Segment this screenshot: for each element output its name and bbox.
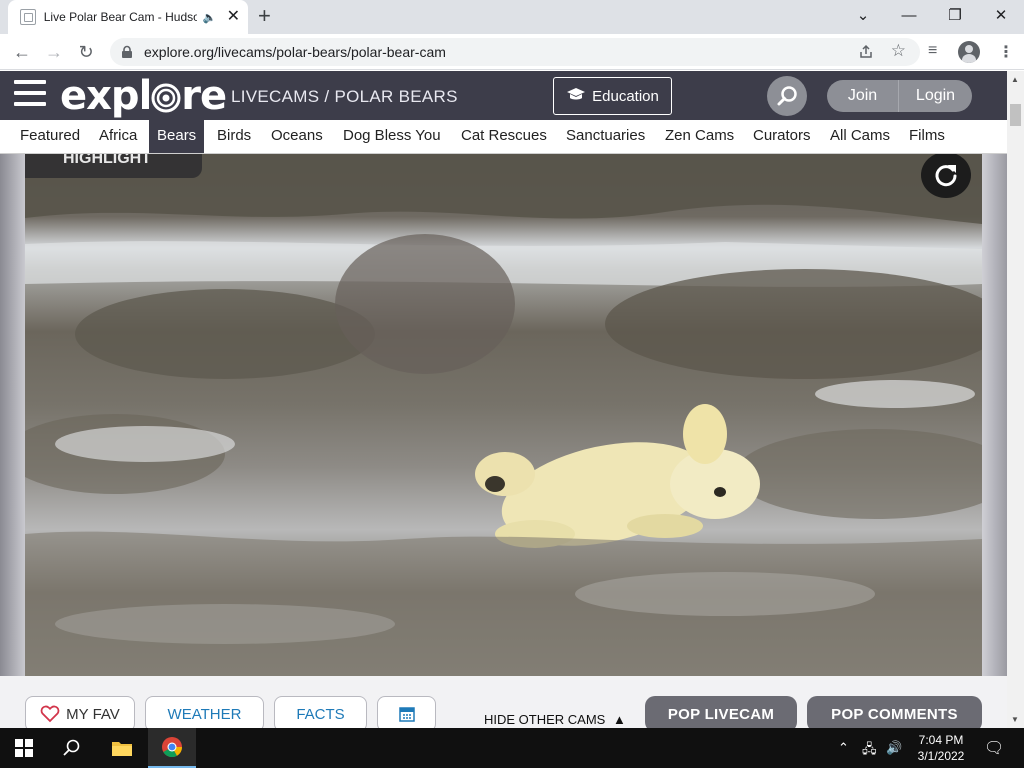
chrome-taskbar-button[interactable] xyxy=(148,728,196,768)
forward-button[interactable]: → xyxy=(42,40,66,64)
notification-center-icon[interactable]: 🗨 xyxy=(984,738,1004,758)
page-scrollbar[interactable]: ▲ ▼ xyxy=(1007,71,1024,728)
category-nav: Featured Africa Bears Birds Oceans Dog B… xyxy=(0,120,1007,154)
explore-logo[interactable]: expl re xyxy=(60,73,227,119)
breadcrumb[interactable]: LIVECAMS / POLAR BEARS xyxy=(231,87,458,107)
folder-icon xyxy=(112,742,132,756)
player-controls: MY FAV WEATHER FACTS HIDE OTHER CAMS ▲ P… xyxy=(0,676,1007,728)
graduation-cap-icon xyxy=(566,87,586,105)
nav-item-africa[interactable]: Africa xyxy=(91,120,145,153)
back-button[interactable]: ← xyxy=(10,40,34,64)
volume-icon[interactable]: 🔊 xyxy=(886,740,902,756)
browser-menu-icon[interactable]: ⋮ xyxy=(998,42,1014,62)
address-bar[interactable]: explore.org/livecams/polar-bears/polar-b… xyxy=(110,38,920,66)
triangle-up-icon: ▲ xyxy=(612,712,626,727)
nav-item-curators[interactable]: Curators xyxy=(745,120,819,153)
audio-playing-icon[interactable]: 🔈 xyxy=(203,11,217,24)
my-fav-label: MY FAV xyxy=(66,705,120,723)
browser-tab[interactable]: Live Polar Bear Cam - Hudso 🔈 ✕ xyxy=(8,0,248,34)
tab-close-icon[interactable]: ✕ xyxy=(227,9,240,25)
refresh-stream-button[interactable] xyxy=(921,154,971,198)
reading-list-icon[interactable]: ≡ xyxy=(928,42,937,60)
new-tab-button[interactable]: + xyxy=(258,5,271,27)
windows-logo-icon xyxy=(15,739,33,757)
auth-buttons: Join Login xyxy=(827,80,972,112)
minimize-button[interactable]: — xyxy=(886,0,932,30)
nav-item-all-cams[interactable]: All Cams xyxy=(822,120,898,153)
nav-item-sanctuaries[interactable]: Sanctuaries xyxy=(558,120,653,153)
nav-item-zen-cams[interactable]: Zen Cams xyxy=(657,120,742,153)
polar-bear-scene xyxy=(25,154,982,676)
network-icon[interactable]: 🖧 xyxy=(862,740,877,762)
scroll-down-arrow-icon[interactable]: ▼ xyxy=(1011,715,1019,724)
left-background xyxy=(0,154,25,728)
weather-button[interactable]: WEATHER xyxy=(145,696,264,728)
search-button[interactable] xyxy=(767,76,807,116)
taskbar-search-button[interactable] xyxy=(48,728,96,768)
nav-item-bears[interactable]: Bears xyxy=(149,120,205,153)
education-label: Education xyxy=(592,87,659,105)
nav-item-oceans[interactable]: Oceans xyxy=(263,120,331,153)
scrollbar-thumb[interactable] xyxy=(1010,104,1021,126)
nav-item-birds[interactable]: Birds xyxy=(209,120,259,153)
url-text: explore.org/livecams/polar-bears/polar-b… xyxy=(144,44,446,60)
refresh-icon xyxy=(935,165,957,187)
browser-tab-strip: Live Polar Bear Cam - Hudso 🔈 ✕ + ⌄ — ❐ … xyxy=(0,0,1024,34)
right-background xyxy=(982,154,1007,728)
maximize-button[interactable]: ❐ xyxy=(932,0,978,30)
start-button[interactable] xyxy=(0,728,48,768)
facts-button[interactable]: FACTS xyxy=(274,696,367,728)
system-clock[interactable]: 7:04 PM 3/1/2022 xyxy=(910,732,972,764)
tab-search-icon[interactable]: ⌄ xyxy=(840,0,886,30)
highlight-badge[interactable]: HIGHLIGHT xyxy=(25,154,202,178)
main-content: HIGHLIGHT MY FAV WEATHER FACTS HIDE OTHE… xyxy=(0,154,1007,728)
education-button[interactable]: Education xyxy=(553,77,672,115)
calendar-icon xyxy=(398,707,415,722)
nav-item-cat-rescues[interactable]: Cat Rescues xyxy=(453,120,555,153)
scroll-up-arrow-icon[interactable]: ▲ xyxy=(1011,75,1019,84)
search-icon xyxy=(63,739,80,756)
hamburger-menu-icon[interactable] xyxy=(14,80,46,110)
tab-title: Live Polar Bear Cam - Hudso xyxy=(43,10,197,24)
heart-icon xyxy=(40,705,60,723)
nav-item-films[interactable]: Films xyxy=(901,120,953,153)
my-fav-button[interactable]: MY FAV xyxy=(25,696,135,728)
hide-other-cams-toggle[interactable]: HIDE OTHER CAMS ▲ xyxy=(484,712,626,727)
login-button[interactable]: Login xyxy=(899,80,972,112)
close-window-button[interactable]: ✕ xyxy=(978,0,1024,30)
clock-time: 7:04 PM xyxy=(918,733,964,747)
reload-button[interactable]: ↻ xyxy=(74,40,98,64)
windows-taskbar: ⌃ 🖧 🔊 7:04 PM 3/1/2022 🗨 xyxy=(0,728,1024,768)
chrome-icon xyxy=(162,737,183,758)
profile-avatar-icon[interactable] xyxy=(958,41,980,63)
logo-spiral-icon xyxy=(151,83,181,113)
pop-comments-button[interactable]: POP COMMENTS xyxy=(807,696,982,728)
join-button[interactable]: Join xyxy=(827,80,899,112)
bookmark-star-icon[interactable]: ☆ xyxy=(891,41,906,61)
page-favicon-icon xyxy=(20,9,36,25)
share-icon[interactable] xyxy=(858,44,874,60)
schedule-button[interactable] xyxy=(377,696,436,728)
site-header: expl re LIVECAMS / POLAR BEARS Education… xyxy=(0,71,1007,120)
nav-item-dog-bless-you[interactable]: Dog Bless You xyxy=(335,120,449,153)
show-hidden-icons[interactable]: ⌃ xyxy=(838,740,849,756)
pop-livecam-button[interactable]: POP LIVECAM xyxy=(645,696,797,728)
clock-date: 3/1/2022 xyxy=(917,749,965,763)
nav-item-featured[interactable]: Featured xyxy=(12,120,88,153)
file-explorer-button[interactable] xyxy=(98,728,146,768)
hide-other-cams-label: HIDE OTHER CAMS xyxy=(484,712,606,727)
lock-icon[interactable] xyxy=(120,45,134,59)
search-icon xyxy=(777,86,797,106)
browser-toolbar: ← → ↻ explore.org/livecams/polar-bears/p… xyxy=(0,34,1024,70)
livecam-video[interactable] xyxy=(25,154,982,676)
